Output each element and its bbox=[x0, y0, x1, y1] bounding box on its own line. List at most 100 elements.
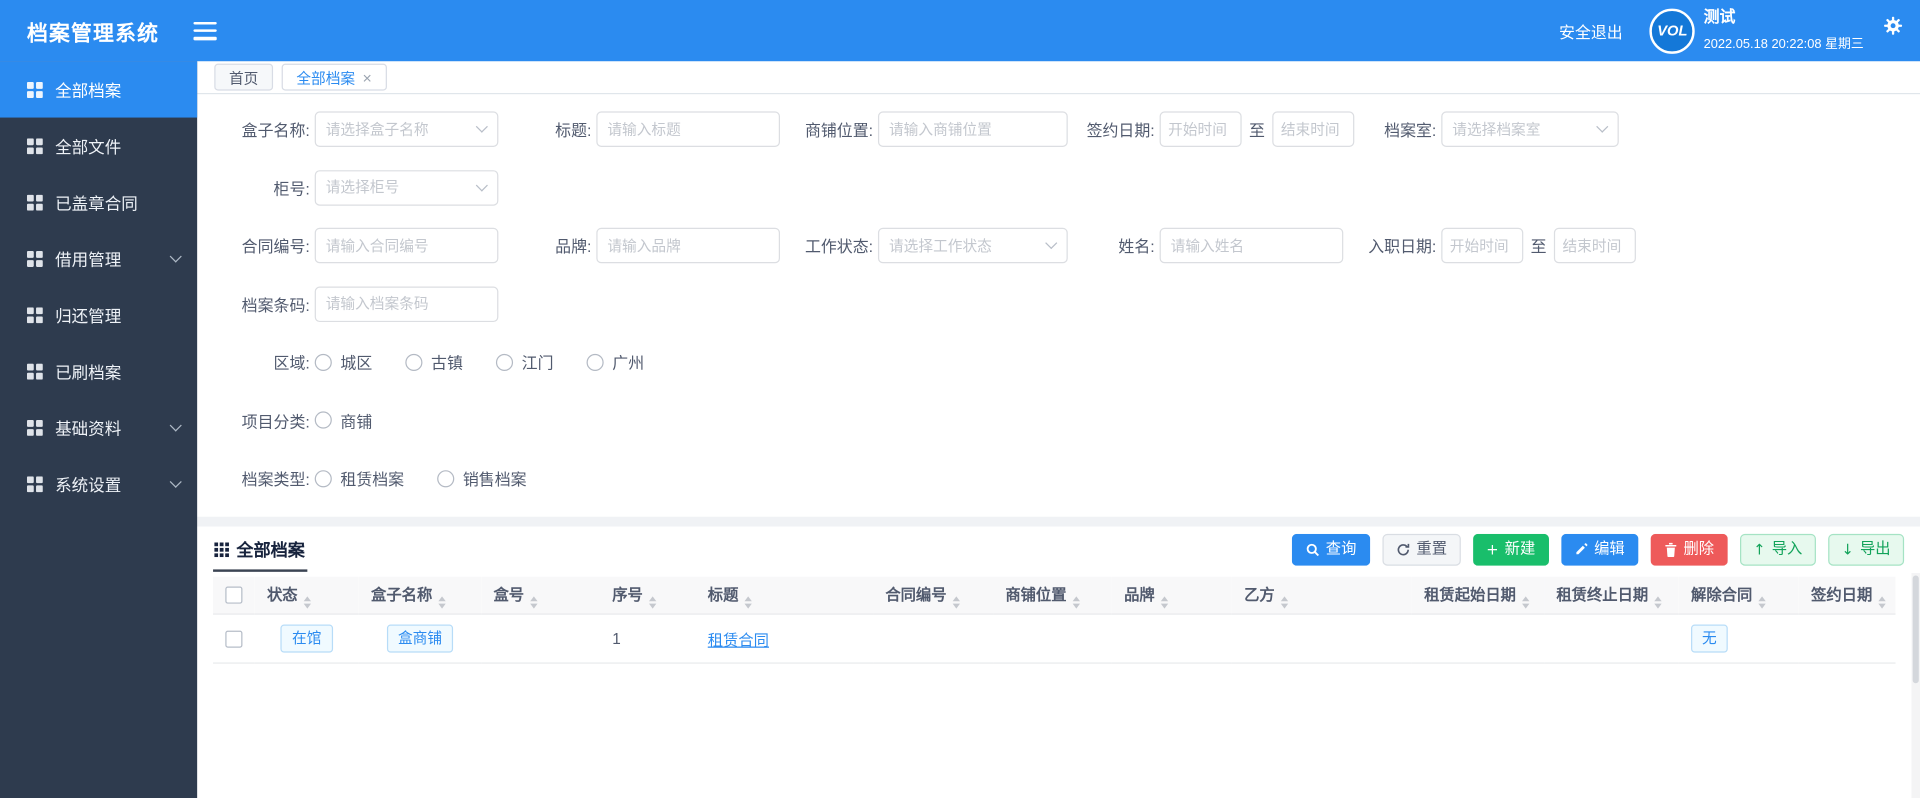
work-status-label: 工作状态: bbox=[804, 237, 874, 257]
sidebar-item-return-management[interactable]: 归还管理 bbox=[0, 287, 197, 343]
arrow-up-icon: ↑ bbox=[1753, 540, 1766, 558]
cell-shop-location bbox=[993, 614, 1112, 664]
entry-date-start-input[interactable] bbox=[1441, 228, 1524, 264]
column-header-terminate[interactable]: 解除合同 bbox=[1678, 576, 1799, 615]
sort-icon bbox=[1654, 596, 1662, 609]
project-category-radio-option[interactable]: 商铺 bbox=[314, 409, 372, 432]
cell-checkbox bbox=[213, 614, 255, 664]
column-header-title[interactable]: 标题 bbox=[695, 576, 874, 615]
entry-date-end-input[interactable] bbox=[1553, 228, 1636, 264]
sidebar-item-basic-data[interactable]: 基础资料 bbox=[0, 399, 197, 455]
archive-type-radio-option[interactable]: 租赁档案 bbox=[314, 467, 404, 490]
vol-logo: VOL bbox=[1649, 7, 1695, 54]
region-radio-option[interactable]: 古镇 bbox=[405, 351, 463, 374]
tab-home[interactable]: 首页 bbox=[214, 63, 274, 91]
cabinet-select[interactable] bbox=[314, 169, 499, 206]
sidebar-item-label: 基础资料 bbox=[55, 420, 122, 439]
date-to-label: 至 bbox=[1530, 237, 1547, 257]
sidebar-item-label: 已盖章合同 bbox=[55, 194, 138, 214]
column-header-lease-start[interactable]: 租赁起始日期 bbox=[1411, 576, 1545, 615]
create-button[interactable]: + 新建 bbox=[1472, 533, 1549, 566]
sort-icon bbox=[530, 596, 538, 609]
sidebar-item-stamped-contracts[interactable]: 已盖章合同 bbox=[0, 174, 197, 230]
region-radio-option[interactable]: 广州 bbox=[586, 351, 644, 374]
box-name-badge: 盒商铺 bbox=[386, 624, 454, 653]
row-title-link[interactable]: 租赁合同 bbox=[708, 632, 769, 649]
close-icon[interactable]: × bbox=[362, 69, 371, 85]
filter-row: 合同编号: 品牌: 工作状态: 姓名: bbox=[216, 217, 1908, 275]
logout-link[interactable]: 安全退出 bbox=[1559, 19, 1623, 42]
filter-row: 档案类型: 租赁档案 销售档案 bbox=[216, 449, 1908, 507]
edit-button[interactable]: 编辑 bbox=[1561, 533, 1639, 566]
name-input[interactable] bbox=[1159, 228, 1344, 264]
barcode-input[interactable] bbox=[314, 286, 499, 322]
archive-room-select[interactable] bbox=[1441, 111, 1619, 148]
sort-icon bbox=[744, 596, 752, 609]
region-radio-option[interactable]: 江门 bbox=[495, 351, 554, 374]
pencil-icon bbox=[1576, 543, 1588, 555]
sidebar-item-system-settings[interactable]: 系统设置 bbox=[0, 456, 197, 512]
column-header-shop-location[interactable]: 商铺位置 bbox=[993, 576, 1112, 615]
column-header-party-b[interactable]: 乙方 bbox=[1231, 576, 1412, 615]
scrollbar-thumb[interactable] bbox=[1912, 574, 1919, 683]
reset-button[interactable]: 重置 bbox=[1382, 533, 1461, 566]
sidebar-item-all-archives[interactable]: 全部档案 bbox=[0, 61, 198, 118]
select-all-checkbox[interactable] bbox=[225, 586, 243, 604]
work-status-select[interactable] bbox=[877, 228, 1068, 264]
trash-icon bbox=[1665, 542, 1677, 557]
gear-icon bbox=[1884, 16, 1903, 35]
menu-toggle-icon[interactable] bbox=[193, 21, 217, 40]
sidebar-item-scanned-archives[interactable]: 已刷档案 bbox=[0, 343, 197, 399]
vertical-scrollbar[interactable] bbox=[1911, 572, 1920, 798]
brand-label: 品牌: bbox=[555, 237, 592, 257]
export-button[interactable]: ↓ 导出 bbox=[1828, 533, 1905, 566]
cell-sign-date bbox=[1798, 614, 1896, 664]
delete-button[interactable]: 删除 bbox=[1650, 533, 1728, 566]
entry-date-label: 入职日期: bbox=[1368, 237, 1437, 257]
archive-room-label: 档案室: bbox=[1384, 121, 1437, 140]
settings-button[interactable] bbox=[1883, 16, 1903, 36]
column-header-contract-no[interactable]: 合同编号 bbox=[873, 576, 994, 615]
region-radio-option[interactable]: 城区 bbox=[314, 351, 372, 374]
search-button[interactable]: 查询 bbox=[1291, 533, 1370, 566]
contract-no-input[interactable] bbox=[314, 228, 499, 264]
sort-icon bbox=[1072, 596, 1081, 609]
sidebar-item-label: 全部文件 bbox=[55, 138, 122, 157]
radio-icon bbox=[314, 411, 332, 429]
box-name-select[interactable] bbox=[314, 111, 499, 148]
column-header-box-name[interactable]: 盒子名称 bbox=[358, 576, 482, 615]
title-input[interactable] bbox=[596, 111, 781, 148]
column-header-box-no[interactable]: 盒号 bbox=[481, 576, 601, 615]
import-button[interactable]: ↑ 导入 bbox=[1739, 533, 1816, 566]
cell-contract-no bbox=[873, 614, 994, 664]
grid-icon bbox=[26, 137, 43, 154]
column-header-sign-date[interactable]: 签约日期 bbox=[1798, 576, 1896, 615]
column-header-status[interactable]: 状态 bbox=[254, 576, 359, 615]
sort-icon bbox=[438, 596, 446, 609]
tab-all-archives[interactable]: 全部档案 × bbox=[281, 63, 387, 91]
sidebar-item-label: 系统设置 bbox=[55, 476, 122, 495]
brand-input[interactable] bbox=[596, 228, 781, 264]
status-badge: 在馆 bbox=[281, 624, 333, 653]
cell-status: 在馆 bbox=[254, 614, 359, 664]
sign-date-start-input[interactable] bbox=[1159, 111, 1242, 148]
user-info: 测试 2022.05.18 20:22:08 星期三 bbox=[1704, 5, 1864, 56]
row-checkbox[interactable] bbox=[225, 630, 243, 648]
shop-location-input[interactable] bbox=[877, 111, 1068, 148]
sidebar-item-label: 全部档案 bbox=[55, 82, 122, 101]
column-header-brand[interactable]: 品牌 bbox=[1111, 576, 1232, 615]
sidebar-item-borrow-management[interactable]: 借用管理 bbox=[0, 230, 197, 286]
grid-icon bbox=[26, 475, 43, 492]
tab-bar: 首页 全部档案 × bbox=[197, 61, 1920, 95]
sign-date-label: 签约日期: bbox=[1086, 121, 1155, 140]
cell-seq: 1 bbox=[600, 614, 696, 664]
sort-icon bbox=[649, 596, 657, 609]
archive-type-radio-option[interactable]: 销售档案 bbox=[437, 467, 527, 490]
contract-no-label: 合同编号: bbox=[241, 237, 310, 257]
column-header-lease-end[interactable]: 租赁终止日期 bbox=[1544, 576, 1679, 615]
column-header-seq[interactable]: 序号 bbox=[600, 576, 696, 615]
cell-title: 租赁合同 bbox=[695, 614, 874, 664]
sidebar-item-label: 已刷档案 bbox=[55, 363, 122, 383]
sidebar-item-all-files[interactable]: 全部文件 bbox=[0, 118, 197, 174]
action-buttons: 查询 重置 + 新建 编辑 删除 ↑ 导入 ↓ 导出 bbox=[1291, 532, 1905, 566]
